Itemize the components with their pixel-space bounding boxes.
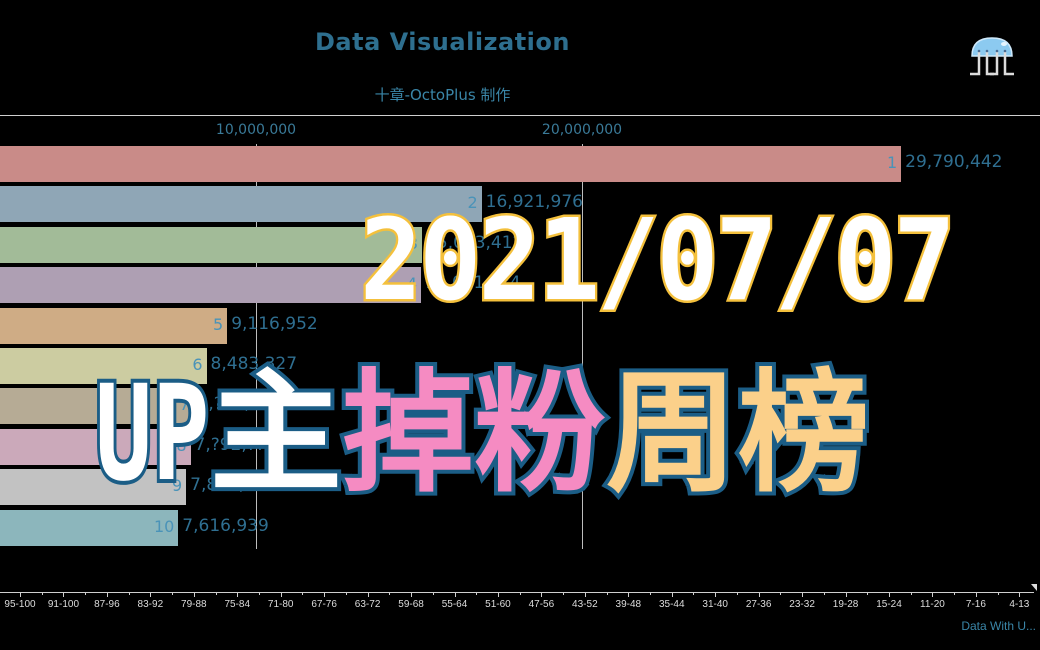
headline-overlay: UP主掉粉周榜 bbox=[92, 357, 874, 511]
timeline-tick bbox=[193, 592, 195, 597]
timeline-tick bbox=[302, 592, 304, 595]
timeline-tick bbox=[910, 592, 912, 595]
data-source-link[interactable]: Data With U... bbox=[961, 619, 1036, 633]
timeline-label[interactable]: 63-72 bbox=[355, 599, 381, 610]
timeline-tick bbox=[20, 592, 21, 597]
timeline-label[interactable]: 83-92 bbox=[138, 599, 164, 610]
bar-rank-label: 10 bbox=[153, 516, 175, 536]
timeline-label[interactable]: 39-48 bbox=[616, 599, 642, 610]
timeline-label[interactable]: 59-68 bbox=[398, 599, 424, 610]
bar-value-label: 9,116,952 bbox=[231, 313, 318, 334]
bar-rank-1[interactable] bbox=[0, 146, 902, 182]
timeline-tick bbox=[845, 592, 847, 597]
timeline-label[interactable]: 91-100 bbox=[48, 599, 79, 610]
date-overlay: 2021/07/07 bbox=[358, 196, 958, 326]
timeline-tick bbox=[823, 592, 825, 595]
bar-rank-label: 1 bbox=[886, 153, 898, 172]
bar-rank-5[interactable] bbox=[0, 307, 228, 344]
timeline-label[interactable]: 71-80 bbox=[268, 599, 294, 610]
timeline-tick bbox=[324, 592, 326, 597]
timeline-handle[interactable] bbox=[1031, 584, 1037, 591]
timeline-label[interactable]: 31-40 bbox=[702, 599, 728, 610]
timeline-tick bbox=[432, 592, 434, 595]
timeline-tick bbox=[258, 592, 260, 595]
timeline-tick bbox=[650, 592, 652, 595]
timeline-label[interactable]: 43-52 bbox=[572, 599, 598, 610]
x-tick-label: 10,000,000 bbox=[215, 122, 297, 138]
timeline-tick bbox=[802, 592, 804, 597]
timeline-label[interactable]: 4-13 bbox=[1009, 599, 1029, 610]
timeline-tick bbox=[215, 592, 217, 595]
headline-part: UP bbox=[92, 357, 212, 511]
x-tick-label: 20,000,000 bbox=[541, 122, 623, 138]
timeline-label[interactable]: 95-100 bbox=[4, 599, 35, 610]
chart-top-border bbox=[0, 115, 1040, 116]
timeline-tick bbox=[497, 592, 499, 597]
timeline-label[interactable]: 55-64 bbox=[442, 599, 468, 610]
timeline-tick bbox=[106, 592, 108, 597]
timeline-tick bbox=[867, 592, 869, 595]
timeline-tick bbox=[780, 592, 782, 595]
timeline-tick bbox=[975, 592, 977, 597]
headline-part: 掉 bbox=[338, 357, 478, 511]
timeline-label[interactable]: 75-84 bbox=[224, 599, 250, 610]
timeline-tick bbox=[411, 592, 413, 597]
bar-rank-4[interactable] bbox=[0, 267, 421, 304]
timeline-tick bbox=[563, 592, 565, 595]
bar-rank-label: 5 bbox=[213, 314, 224, 334]
timeline-tick bbox=[172, 592, 174, 595]
timeline-label[interactable]: 51-60 bbox=[485, 599, 511, 610]
bar-value-label: 29,790,442 bbox=[905, 152, 1003, 172]
headline-part: 主 bbox=[206, 357, 346, 511]
timeline-label[interactable]: 23-32 bbox=[789, 599, 815, 610]
timeline-tick bbox=[541, 592, 543, 597]
bar-rank-3[interactable] bbox=[0, 226, 423, 263]
chart-subtitle: 十章-OctoPlus 制作 bbox=[374, 86, 511, 104]
timeline-tick bbox=[85, 592, 87, 595]
timeline-tick bbox=[63, 592, 65, 597]
timeline-tick bbox=[476, 592, 478, 595]
timeline-tick bbox=[606, 592, 608, 595]
timeline-tick bbox=[345, 592, 347, 595]
timeline-tick bbox=[758, 592, 760, 597]
timeline-tick bbox=[519, 592, 521, 595]
headline-part: 粉 bbox=[470, 357, 610, 511]
timeline-tick bbox=[584, 592, 586, 597]
timeline-tick bbox=[280, 592, 282, 597]
timeline-tick bbox=[628, 592, 630, 597]
timeline-tick bbox=[389, 592, 391, 595]
jellyfish-logo-icon bbox=[970, 37, 1014, 76]
timeline-label[interactable]: 19-28 bbox=[833, 599, 859, 610]
timeline-tick bbox=[889, 592, 890, 597]
timeline-line bbox=[0, 592, 1034, 593]
timeline-tick bbox=[736, 592, 738, 595]
timeline-tick bbox=[997, 592, 999, 595]
timeline-tick bbox=[150, 592, 152, 597]
timeline-label[interactable]: 79-88 bbox=[181, 599, 207, 610]
chart-title: Data Visualization bbox=[315, 28, 570, 56]
timeline-label[interactable]: 27-36 bbox=[746, 599, 772, 610]
timeline-label[interactable]: 15-24 bbox=[876, 599, 902, 610]
timeline-tick bbox=[41, 592, 43, 595]
timeline-tick bbox=[671, 592, 673, 597]
timeline-tick bbox=[1019, 592, 1021, 597]
headline-part: 榜 bbox=[734, 357, 874, 511]
timeline-label[interactable]: 67-76 bbox=[311, 599, 337, 610]
timeline-tick bbox=[367, 592, 369, 597]
timeline-tick bbox=[237, 592, 239, 597]
timeline-tick bbox=[932, 592, 934, 597]
timeline-label[interactable]: 11-20 bbox=[920, 599, 945, 610]
timeline-tick bbox=[954, 592, 956, 595]
timeline-label[interactable]: 47-56 bbox=[529, 599, 555, 610]
timeline-tick bbox=[693, 592, 695, 595]
timeline-label[interactable]: 87-96 bbox=[94, 599, 120, 610]
timeline-tick bbox=[715, 592, 717, 597]
timeline-tick bbox=[454, 592, 456, 597]
bar-rank-10[interactable] bbox=[0, 509, 179, 546]
bar-value-label: 7,616,939 bbox=[182, 515, 269, 536]
timeline-label[interactable]: 35-44 bbox=[659, 599, 685, 610]
headline-part: 周 bbox=[602, 357, 742, 511]
timeline-label[interactable]: 7-16 bbox=[966, 599, 986, 610]
timeline-tick bbox=[128, 592, 130, 595]
